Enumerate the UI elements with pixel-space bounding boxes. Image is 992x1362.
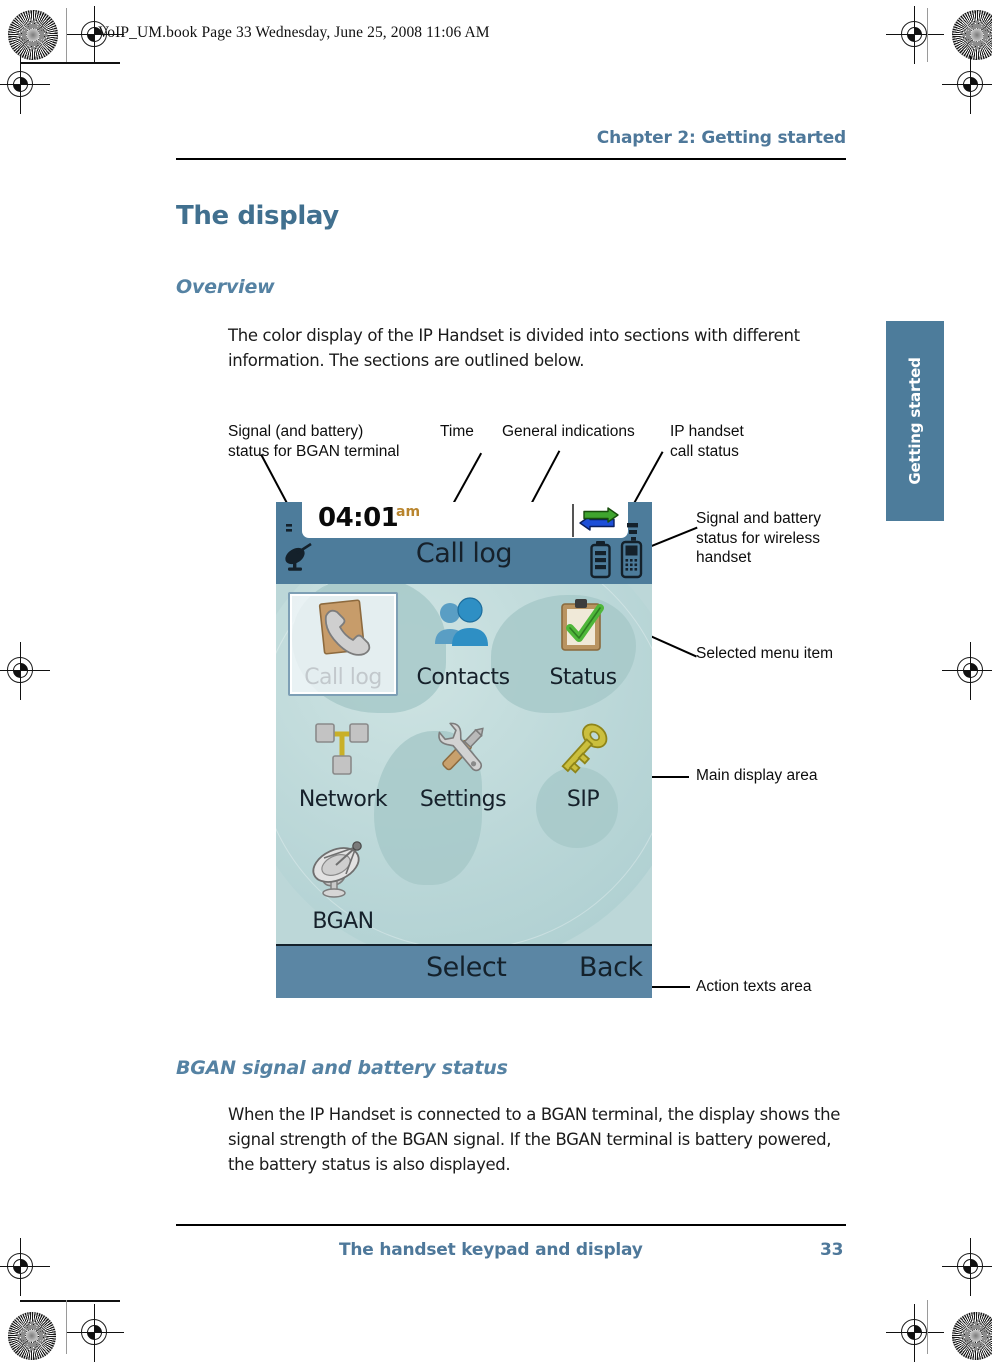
menu-item-label: Status	[549, 665, 617, 690]
footer-title: The handset keypad and display	[339, 1240, 643, 1260]
menu-item-sip[interactable]: SIP	[524, 712, 642, 812]
menu-item-label: Network	[298, 787, 388, 812]
settings-icon	[404, 712, 522, 788]
status-time: 04:01	[318, 503, 399, 533]
callout-bgan-signal-battery: Signal (and battery) status for BGAN ter…	[228, 423, 400, 460]
footer-page-number: 33	[820, 1240, 844, 1260]
menu-item-label: Settings	[419, 787, 507, 812]
menu-item-label: Contacts	[416, 665, 510, 690]
menu-item-label: BGAN	[312, 909, 374, 934]
footer-rule	[176, 1224, 846, 1227]
action-right-back[interactable]: Back	[579, 952, 643, 983]
side-tab-getting-started: Getting started	[886, 321, 944, 521]
trim-line-bottom-left	[20, 1300, 120, 1302]
trim-line-top-left	[20, 62, 120, 64]
callout-main-display-area: Main display area	[696, 767, 818, 784]
print-star-target-bottom-right	[952, 1312, 992, 1360]
side-tab-label: Getting started	[906, 357, 924, 485]
action-texts-area: Select Back	[276, 944, 652, 998]
section-paragraph-bgan: When the IP Handset is connected to a BG…	[228, 1105, 841, 1174]
handset-screen: 04:01 am Call log Contacts Status Networ…	[276, 502, 652, 998]
print-star-target-bottom-left	[8, 1312, 56, 1360]
main-display-area: Call log Contacts	[276, 584, 652, 944]
chapter-header: Chapter 2: Getting started	[596, 128, 846, 148]
sip-key-icon	[524, 712, 642, 788]
handset-signal-icon	[620, 540, 643, 579]
action-left-select[interactable]: Select	[426, 952, 507, 983]
contacts-icon	[404, 590, 522, 666]
callout-action-texts-area: Action texts area	[696, 978, 812, 995]
book-header-text: VoIP_UM.book Page 33 Wednesday, June 25,…	[98, 24, 490, 41]
fold-line-top-right	[927, 8, 929, 62]
status-icon	[524, 590, 642, 666]
section-heading-bgan: BGAN signal and battery status	[176, 1057, 508, 1079]
page-title: The display	[176, 201, 339, 231]
registration-mark-right-lower	[942, 1238, 992, 1296]
chapter-header-area: Chapter 2: Getting started	[176, 128, 846, 160]
registration-mark-left-lower	[0, 1238, 50, 1296]
print-star-target-top-left	[8, 10, 58, 60]
callout-selected-menu-item: Selected menu item	[696, 645, 833, 662]
fold-line-bottom-left	[66, 1300, 68, 1354]
leader-line-wireless-status	[644, 526, 698, 550]
callout-ip-handset-call-status: IP handset call status	[670, 423, 744, 460]
bgan-dish-icon	[284, 834, 402, 910]
registration-mark-bottom-left	[66, 1304, 124, 1362]
menu-item-contacts[interactable]: Contacts	[404, 590, 522, 690]
network-icon	[284, 712, 402, 788]
handset-title-row: Call log	[276, 538, 652, 582]
fold-line-top-left	[66, 8, 68, 62]
header-rule	[176, 158, 846, 161]
section-paragraph-overview: The color display of the IP Handset is d…	[228, 326, 800, 370]
menu-item-network[interactable]: Network	[284, 712, 402, 812]
callout-wireless-signal-battery: Signal and battery status for wireless h…	[696, 510, 821, 566]
registration-mark-left-upper	[0, 56, 50, 114]
callout-time: Time	[440, 423, 474, 440]
status-divider	[572, 504, 574, 537]
battery-icon	[590, 541, 611, 579]
menu-item-settings[interactable]: Settings	[404, 712, 522, 812]
print-star-target-top-right	[952, 10, 992, 60]
menu-item-bgan[interactable]: BGAN	[284, 834, 402, 934]
menu-item-label: SIP	[566, 787, 600, 812]
status-meridiem: am	[396, 504, 421, 520]
fold-line-bottom-right	[927, 1300, 929, 1354]
menu-item-status[interactable]: Status	[524, 590, 642, 690]
menu-item-call-log[interactable]: Call log	[284, 590, 402, 696]
section-heading-overview: Overview	[176, 276, 275, 298]
call-arrows-icon	[579, 507, 619, 531]
registration-mark-right-upper	[942, 56, 992, 114]
leader-line-action-texts-area	[648, 986, 690, 988]
registration-mark-left-middle	[0, 642, 50, 700]
call-log-icon	[284, 590, 402, 666]
callout-general-indications: General indications	[502, 423, 635, 440]
registration-mark-right-middle	[942, 642, 992, 700]
